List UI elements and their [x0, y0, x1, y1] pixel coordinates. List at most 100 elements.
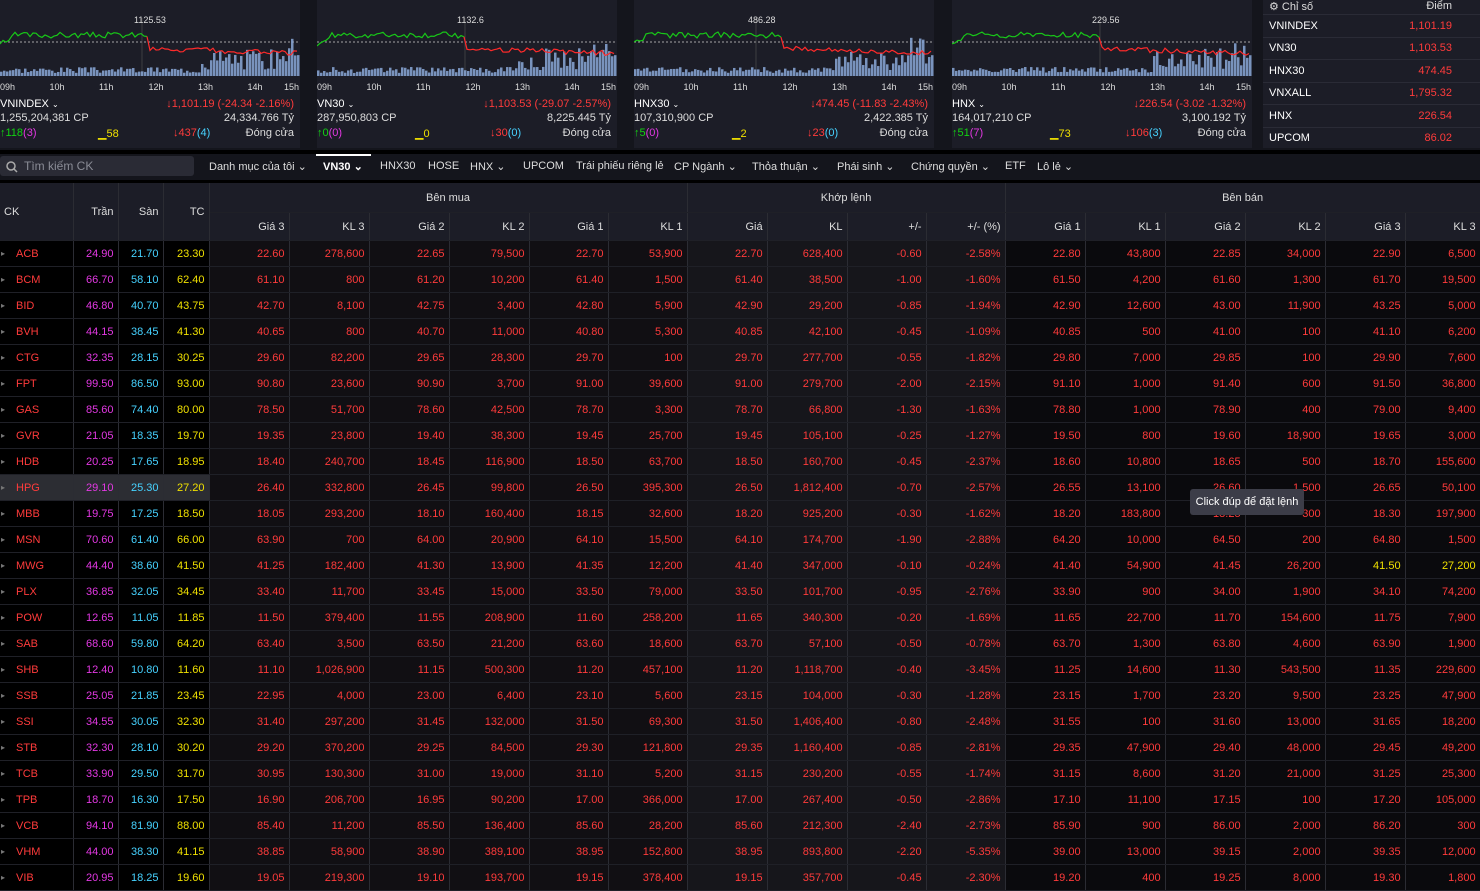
symbol-cell[interactable]: TCB [0, 760, 74, 787]
table-row[interactable]: FPT99.5086.5093.0090.8023,60090.903,7009… [0, 370, 1480, 397]
col-12[interactable]: KL 1 [1085, 212, 1166, 241]
symbol-cell[interactable]: TPB [0, 786, 74, 813]
symbol-cell[interactable]: HDB [0, 448, 74, 475]
col-floor[interactable]: Sàn [118, 183, 164, 241]
symbol-cell[interactable]: MWG [0, 552, 74, 579]
col-2[interactable]: KL 3 [289, 212, 370, 241]
symbol-cell[interactable]: GAS [0, 396, 74, 423]
index-row-vnxall[interactable]: VNXALL 1,795.32 [1263, 81, 1480, 105]
tab-11[interactable]: ETF [1005, 160, 1026, 172]
col-14[interactable]: KL 2 [1245, 212, 1326, 241]
table-row[interactable]: TCB33.9029.5031.7030.95130,30031.0019,00… [0, 760, 1480, 787]
index-row-vn30[interactable]: VN30 1,103.53 [1263, 36, 1480, 60]
index-row-upcom[interactable]: UPCOM 86.02 [1263, 126, 1480, 150]
col-ref[interactable]: TC [163, 183, 210, 241]
table-row[interactable]: PLX36.8532.0534.4533.4011,70033.4515,000… [0, 578, 1480, 605]
col-ceil[interactable]: Trần [73, 183, 119, 241]
mini-chart-vnindex[interactable]: 1125.53 09h 10h 11h 12h 13h 14h 15h VNINDEX ⌄ … [0, 0, 300, 148]
table-row[interactable]: TPB18.7016.3017.5016.90206,70016.9590,20… [0, 786, 1480, 813]
tab-7[interactable]: CP Ngành ⌄ [674, 160, 737, 173]
symbol-cell[interactable]: SSB [0, 682, 74, 709]
table-row[interactable]: HDB20.2517.6518.9518.40240,70018.45116,9… [0, 448, 1480, 475]
table-row[interactable]: ACB24.9021.7023.3022.60278,60022.6579,50… [0, 240, 1480, 267]
table-row[interactable]: SAB68.6059.8064.2063.403,50063.5021,2006… [0, 630, 1480, 657]
col-9[interactable]: +/- [847, 212, 927, 241]
tab-1[interactable]: VN30 ⌄ [323, 160, 363, 173]
symbol-cell[interactable]: VIB [0, 864, 74, 891]
symbol-cell[interactable]: SSI [0, 708, 74, 735]
symbol-cell[interactable]: FPT [0, 370, 74, 397]
index-row-hnx[interactable]: HNX 226.54 [1263, 104, 1480, 127]
col-15[interactable]: Giá 3 [1325, 212, 1406, 241]
table-row[interactable]: VCB94.1081.9088.0085.4011,20085.50136,40… [0, 812, 1480, 839]
table-row[interactable]: SHB12.4010.8011.6011.101,026,90011.15500… [0, 656, 1480, 683]
col-13[interactable]: Giá 2 [1165, 212, 1246, 241]
symbol-cell[interactable]: BCM [0, 266, 74, 293]
col-5[interactable]: Giá 1 [529, 212, 609, 241]
col-11[interactable]: Giá 1 [1005, 212, 1086, 241]
tab-10[interactable]: Chứng quyền ⌄ [911, 160, 990, 173]
col-6[interactable]: KL 1 [608, 212, 688, 241]
symbol-cell[interactable]: PLX [0, 578, 74, 605]
col-8[interactable]: KL [767, 212, 848, 241]
tab-12[interactable]: Lô lẻ ⌄ [1037, 160, 1073, 173]
table-row[interactable]: MSN70.6061.4066.0063.9070064.0020,90064.… [0, 526, 1480, 553]
table-row[interactable]: VHM44.0038.3041.1538.8558,90038.90389,10… [0, 838, 1480, 865]
table-row[interactable]: BID46.8040.7043.7542.708,10042.753,40042… [0, 292, 1480, 319]
col-4[interactable]: KL 2 [449, 212, 530, 241]
search-input[interactable]: Tìm kiếm CK [0, 156, 194, 176]
symbol-cell[interactable]: BID [0, 292, 74, 319]
intraday-chart[interactable] [634, 6, 934, 76]
symbol-cell[interactable]: CTG [0, 344, 74, 371]
tab-5[interactable]: UPCOM [523, 160, 564, 172]
tab-4[interactable]: HNX ⌄ [470, 160, 506, 173]
symbol-cell[interactable]: VCB [0, 812, 74, 839]
symbol-cell[interactable]: HPG [0, 474, 74, 501]
table-row[interactable]: STB32.3028.1030.2029.20370,20029.2584,50… [0, 734, 1480, 761]
col-7[interactable]: Giá [687, 212, 768, 241]
col-16[interactable]: KL 3 [1405, 212, 1480, 241]
symbol-cell[interactable]: BVH [0, 318, 74, 345]
col-ck[interactable]: CK [0, 183, 74, 241]
mini-chart-vn30[interactable]: 1132.6 09h 10h 11h 12h 13h 14h 15h VN30 ⌄ ↓1,1… [317, 0, 617, 148]
symbol-cell[interactable]: STB [0, 734, 74, 761]
table-row[interactable]: CTG32.3528.1530.2529.6082,20029.6528,300… [0, 344, 1480, 371]
symbol-cell[interactable]: VHM [0, 838, 74, 865]
table-row[interactable]: SSB25.0521.8523.4522.954,00023.006,40023… [0, 682, 1480, 709]
table-row[interactable]: POW12.6511.0511.8511.50379,40011.55208,9… [0, 604, 1480, 631]
table-row[interactable]: BVH44.1538.4541.3040.6580040.7011,00040.… [0, 318, 1480, 345]
ceiling-cell: 46.80 [73, 292, 119, 319]
mini-chart-hnx30[interactable]: 486.28 09h 10h 11h 12h 13h 14h 15h HNX30 ⌄ ↓47… [634, 0, 934, 148]
tab-9[interactable]: Phái sinh ⌄ [837, 160, 895, 173]
index-row-vnindex[interactable]: VNINDEX 1,101.19 [1263, 14, 1480, 37]
symbol-cell[interactable]: MSN [0, 526, 74, 553]
tab-0[interactable]: Danh mục của tôi ⌄ [209, 160, 307, 173]
mini-chart-hnx[interactable]: 229.56 09h 10h 11h 12h 13h 14h 15h HNX ⌄ ↓226.… [952, 0, 1252, 148]
col-1[interactable]: Giá 3 [209, 212, 290, 241]
index-row-hnx30[interactable]: HNX30 474.45 [1263, 59, 1480, 82]
index-row-value: 474.45 [1418, 64, 1452, 77]
index-name[interactable]: HNX ⌄ [952, 98, 985, 112]
table-row[interactable]: VIB20.9518.2519.6019.05219,30019.10193,7… [0, 864, 1480, 891]
symbol-cell[interactable]: MBB [0, 500, 74, 527]
symbol-cell[interactable]: GVR [0, 422, 74, 449]
col-10[interactable]: +/- (%) [926, 212, 1006, 241]
table-row[interactable]: GAS85.6074.4080.0078.5051,70078.6042,500… [0, 396, 1480, 423]
symbol-cell[interactable]: ACB [0, 240, 74, 267]
symbol-cell[interactable]: SAB [0, 630, 74, 657]
price-cell: 26.50 [687, 474, 768, 501]
symbol-cell[interactable]: SHB [0, 656, 74, 683]
symbol-cell[interactable]: POW [0, 604, 74, 631]
table-row[interactable]: MWG44.4038.6041.5041.25182,40041.3013,90… [0, 552, 1480, 579]
tab-6[interactable]: Trái phiếu riêng lẻ [576, 160, 664, 172]
index-name[interactable]: VN30 ⌄ [317, 98, 354, 112]
index-name[interactable]: VNINDEX ⌄ [0, 98, 59, 112]
table-row[interactable]: SSI34.5530.0532.3031.40297,20031.45132,0… [0, 708, 1480, 735]
tab-8[interactable]: Thỏa thuận ⌄ [752, 160, 820, 173]
tab-2[interactable]: HNX30 [380, 160, 415, 172]
table-row[interactable]: BCM66.7058.1062.4061.1080061.2010,20061.… [0, 266, 1480, 293]
table-row[interactable]: GVR21.0518.3519.7019.3523,80019.4038,300… [0, 422, 1480, 449]
col-3[interactable]: Giá 2 [369, 212, 450, 241]
index-name[interactable]: HNX30 ⌄ [634, 98, 679, 112]
tab-3[interactable]: HOSE [428, 160, 459, 172]
